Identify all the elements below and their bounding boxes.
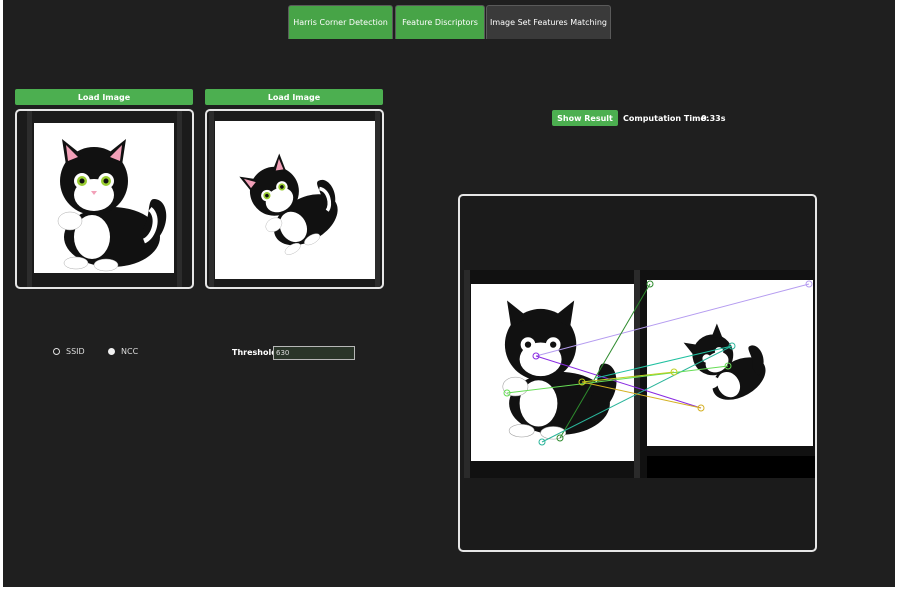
- cat-image-2: [215, 121, 375, 279]
- image-frame-2: [205, 109, 384, 289]
- threshold-input[interactable]: [273, 346, 355, 360]
- load-image-button-1[interactable]: Load Image: [15, 89, 193, 105]
- tab-feature-descriptors[interactable]: Feature Discriptors: [395, 5, 485, 39]
- tab-harris-corner-detection[interactable]: Harris Corner Detection: [288, 5, 393, 39]
- radio-ncc-circle[interactable]: [108, 348, 115, 355]
- matching-result-image: [464, 270, 815, 478]
- load-image-button-2[interactable]: Load Image: [205, 89, 383, 105]
- computation-time-label: Computation Time:: [623, 114, 710, 123]
- radio-ssid-label: SSID: [66, 347, 85, 356]
- cat-image-1: [34, 123, 174, 273]
- radio-ncc-label: NCC: [121, 347, 139, 356]
- result-frame: [458, 194, 817, 552]
- computation-time-value: 0.33s: [701, 114, 726, 123]
- threshold-label: Threshold: [232, 348, 277, 357]
- show-result-button[interactable]: Show Result: [552, 110, 618, 126]
- image-frame-1: [15, 109, 194, 289]
- app-window: Harris Corner Detection Feature Discript…: [3, 0, 895, 587]
- radio-ssid-circle[interactable]: [53, 348, 60, 355]
- tab-image-set-features-matching[interactable]: Image Set Features Matching: [486, 5, 611, 39]
